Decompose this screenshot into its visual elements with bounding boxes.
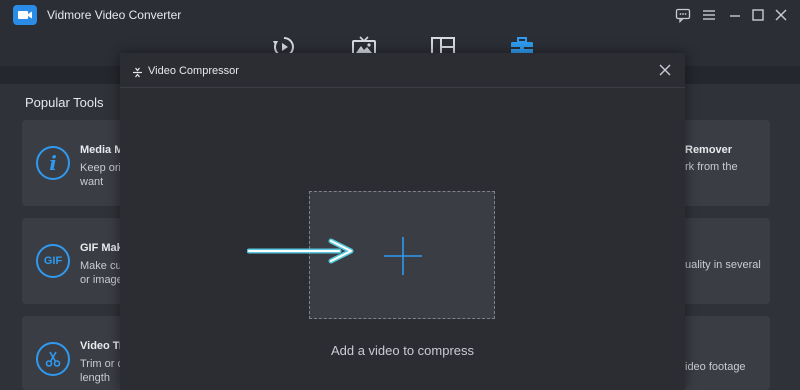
app-window: Vidmore Video Converter Popular Tools i (0, 0, 800, 390)
dialog-header: Video Compressor (120, 53, 685, 88)
tool-card-desc-fragment: ideo footage (685, 361, 746, 373)
close-icon[interactable] (772, 6, 790, 24)
tool-card-desc-fragment: rk from the (685, 161, 738, 173)
title-bar: Vidmore Video Converter (0, 0, 800, 30)
popular-tools-title: Popular Tools (25, 95, 104, 110)
video-compressor-dialog: Video Compressor Add a video to compress (120, 53, 685, 390)
app-title: Vidmore Video Converter (47, 8, 182, 22)
maximize-icon[interactable] (749, 6, 767, 24)
app-logo-icon (13, 5, 37, 25)
plus-icon (384, 237, 422, 280)
minimize-icon[interactable] (726, 6, 744, 24)
dialog-close-icon[interactable] (657, 62, 673, 78)
drop-caption: Add a video to compress (330, 343, 475, 358)
tool-card-desc-line: length (80, 372, 110, 384)
tool-card-desc-fragment: uality in several (685, 259, 761, 271)
tool-card-desc-line: Trim or c (80, 358, 123, 370)
tool-card-name: Media M (80, 144, 124, 156)
compress-icon (132, 65, 143, 83)
tool-card-desc-line: want (80, 176, 104, 188)
tool-card-name: Video Tr (80, 340, 124, 352)
pointer-arrow-icon (246, 237, 357, 270)
dialog-title: Video Compressor (148, 65, 239, 77)
menu-icon[interactable] (700, 6, 718, 24)
tool-card-name-fragment: Remover (685, 144, 733, 156)
tool-card-desc-line: or image (80, 274, 123, 286)
scissors-icon (36, 342, 70, 376)
info-icon: i (36, 146, 70, 180)
feedback-icon[interactable] (674, 6, 692, 24)
gif-icon: GIF (36, 244, 70, 278)
